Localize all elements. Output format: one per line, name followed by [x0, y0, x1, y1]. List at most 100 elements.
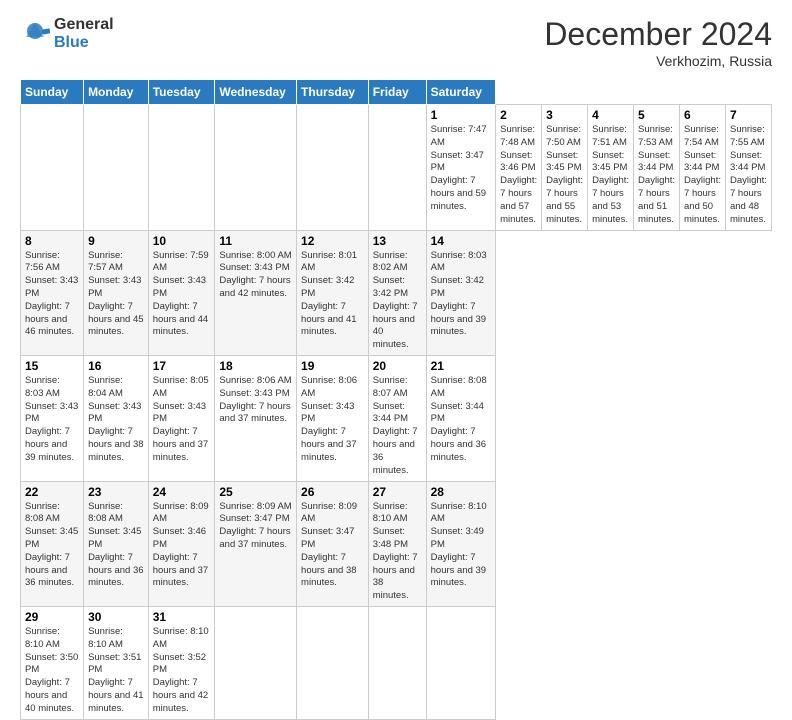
calendar-cell: 16Sunrise: 8:04 AMSunset: 3:43 PMDayligh…	[84, 356, 149, 482]
day-info: Sunrise: 8:05 AMSunset: 3:43 PMDaylight:…	[153, 375, 211, 465]
day-number: 31	[153, 610, 211, 624]
day-number: 11	[219, 234, 292, 248]
day-info: Sunrise: 8:10 AMSunset: 3:48 PMDaylight:…	[373, 501, 422, 604]
day-number: 1	[431, 108, 492, 122]
calendar-week-row: 1 Sunrise: 7:47 AMSunset: 3:47 PMDaylight…	[21, 105, 772, 231]
day-number: 22	[25, 485, 79, 499]
day-info: Sunrise: 8:07 AMSunset: 3:44 PMDaylight:…	[373, 375, 422, 478]
calendar-cell: 31 Sunrise: 8:10 AMSunset: 3:52 PMDayligh…	[148, 607, 215, 720]
day-number: 3	[546, 108, 583, 122]
day-number: 30	[88, 610, 144, 624]
calendar-cell: 7Sunrise: 7:55 AMSunset: 3:44 PMDaylight…	[725, 105, 771, 231]
day-info: Sunrise: 7:48 AMSunset: 3:46 PMDaylight:…	[500, 124, 537, 227]
day-number: 27	[373, 485, 422, 499]
calendar-cell: 20 Sunrise: 8:07 AMSunset: 3:44 PMDayligh…	[368, 356, 426, 482]
calendar-week-row: 22 Sunrise: 8:08 AMSunset: 3:45 PMDayligh…	[21, 481, 772, 607]
calendar-cell: 17 Sunrise: 8:05 AMSunset: 3:43 PMDayligh…	[148, 356, 215, 482]
calendar-cell	[215, 105, 297, 231]
day-info: Sunrise: 8:03 AMSunset: 3:43 PMDaylight:…	[25, 375, 79, 465]
calendar-cell: 15 Sunrise: 8:03 AMSunset: 3:43 PMDayligh…	[21, 356, 84, 482]
calendar-week-row: 8Sunrise: 7:56 AMSunset: 3:43 PMDaylight…	[21, 230, 772, 356]
day-info: Sunrise: 7:54 AMSunset: 3:44 PMDaylight:…	[684, 124, 721, 227]
calendar-cell: 5Sunrise: 7:53 AMSunset: 3:44 PMDaylight…	[634, 105, 680, 231]
day-info: Sunrise: 7:57 AMSunset: 3:43 PMDaylight:…	[88, 250, 144, 340]
day-number: 10	[153, 234, 211, 248]
day-number: 24	[153, 485, 211, 499]
day-info: Sunrise: 8:09 AMSunset: 3:47 PMDaylight:…	[219, 501, 292, 552]
calendar-table: SundayMondayTuesdayWednesdayThursdayFrid…	[20, 79, 772, 720]
day-of-week-header: Friday	[368, 80, 426, 105]
calendar-page: General Blue December 2024 Verkhozim, Ru…	[0, 0, 792, 612]
day-number: 28	[431, 485, 492, 499]
day-info: Sunrise: 8:08 AMSunset: 3:45 PMDaylight:…	[88, 501, 144, 591]
logo-text: General Blue	[54, 16, 114, 51]
calendar-cell: 10Sunrise: 7:59 AMSunset: 3:43 PMDayligh…	[148, 230, 215, 356]
calendar-cell: 8Sunrise: 7:56 AMSunset: 3:43 PMDaylight…	[21, 230, 84, 356]
day-number: 26	[301, 485, 364, 499]
calendar-cell: 29Sunrise: 8:10 AMSunset: 3:50 PMDayligh…	[21, 607, 84, 720]
day-number: 5	[638, 108, 675, 122]
calendar-cell: 24 Sunrise: 8:09 AMSunset: 3:46 PMDayligh…	[148, 481, 215, 607]
day-number: 18	[219, 359, 292, 373]
calendar-cell: 25 Sunrise: 8:09 AMSunset: 3:47 PMDayligh…	[215, 481, 297, 607]
calendar-cell: 12 Sunrise: 8:01 AMSunset: 3:42 PMDayligh…	[297, 230, 369, 356]
day-number: 9	[88, 234, 144, 248]
calendar-cell: 11 Sunrise: 8:00 AMSunset: 3:43 PMDayligh…	[215, 230, 297, 356]
day-info: Sunrise: 8:03 AMSunset: 3:42 PMDaylight:…	[431, 250, 492, 340]
day-of-week-header: Thursday	[297, 80, 369, 105]
calendar-cell: 2Sunrise: 7:48 AMSunset: 3:46 PMDaylight…	[496, 105, 542, 231]
calendar-cell: 27 Sunrise: 8:10 AMSunset: 3:48 PMDayligh…	[368, 481, 426, 607]
day-info: Sunrise: 8:00 AMSunset: 3:43 PMDaylight:…	[219, 250, 292, 301]
month-title: December 2024	[544, 16, 772, 53]
calendar-cell	[215, 607, 297, 720]
day-info: Sunrise: 7:50 AMSunset: 3:45 PMDaylight:…	[546, 124, 583, 227]
calendar-cell: 18Sunrise: 8:06 AMSunset: 3:43 PMDayligh…	[215, 356, 297, 482]
day-info: Sunrise: 7:51 AMSunset: 3:45 PMDaylight:…	[592, 124, 629, 227]
day-info: Sunrise: 8:09 AMSunset: 3:47 PMDaylight:…	[301, 501, 364, 591]
calendar-header-row: SundayMondayTuesdayWednesdayThursdayFrid…	[21, 80, 772, 105]
day-info: Sunrise: 7:47 AMSunset: 3:47 PMDaylight:…	[431, 124, 492, 214]
title-block: December 2024 Verkhozim, Russia	[544, 16, 772, 69]
day-number: 19	[301, 359, 364, 373]
calendar-week-row: 29Sunrise: 8:10 AMSunset: 3:50 PMDayligh…	[21, 607, 772, 720]
location: Verkhozim, Russia	[544, 53, 772, 69]
day-number: 20	[373, 359, 422, 373]
calendar-cell: 23Sunrise: 8:08 AMSunset: 3:45 PMDayligh…	[84, 481, 149, 607]
calendar-cell: 3 Sunrise: 7:50 AMSunset: 3:45 PMDaylight…	[542, 105, 588, 231]
calendar-week-row: 15 Sunrise: 8:03 AMSunset: 3:43 PMDayligh…	[21, 356, 772, 482]
calendar-cell: 6Sunrise: 7:54 AMSunset: 3:44 PMDaylight…	[680, 105, 726, 231]
header: General Blue December 2024 Verkhozim, Ru…	[20, 16, 772, 69]
calendar-cell: 1 Sunrise: 7:47 AMSunset: 3:47 PMDaylight…	[426, 105, 496, 231]
calendar-cell	[297, 607, 369, 720]
day-info: Sunrise: 8:02 AMSunset: 3:42 PMDaylight:…	[373, 250, 422, 353]
calendar-cell: 28Sunrise: 8:10 AMSunset: 3:49 PMDayligh…	[426, 481, 496, 607]
day-of-week-header: Sunday	[21, 80, 84, 105]
day-info: Sunrise: 8:10 AMSunset: 3:50 PMDaylight:…	[25, 626, 79, 716]
calendar-cell: 13 Sunrise: 8:02 AMSunset: 3:42 PMDayligh…	[368, 230, 426, 356]
calendar-cell	[84, 105, 149, 231]
day-info: Sunrise: 8:10 AMSunset: 3:51 PMDaylight:…	[88, 626, 144, 716]
day-number: 25	[219, 485, 292, 499]
calendar-cell	[368, 607, 426, 720]
calendar-cell: 14 Sunrise: 8:03 AMSunset: 3:42 PMDayligh…	[426, 230, 496, 356]
calendar-cell: 22Sunrise: 8:08 AMSunset: 3:45 PMDayligh…	[21, 481, 84, 607]
calendar-cell: 21Sunrise: 8:08 AMSunset: 3:44 PMDayligh…	[426, 356, 496, 482]
day-info: Sunrise: 8:04 AMSunset: 3:43 PMDaylight:…	[88, 375, 144, 465]
calendar-cell	[297, 105, 369, 231]
day-number: 14	[431, 234, 492, 248]
day-of-week-header: Saturday	[426, 80, 496, 105]
day-info: Sunrise: 8:01 AMSunset: 3:42 PMDaylight:…	[301, 250, 364, 340]
day-number: 17	[153, 359, 211, 373]
day-info: Sunrise: 7:55 AMSunset: 3:44 PMDaylight:…	[730, 124, 767, 227]
day-number: 13	[373, 234, 422, 248]
calendar-cell: 30 Sunrise: 8:10 AMSunset: 3:51 PMDayligh…	[84, 607, 149, 720]
day-number: 12	[301, 234, 364, 248]
day-info: Sunrise: 8:10 AMSunset: 3:52 PMDaylight:…	[153, 626, 211, 716]
day-number: 15	[25, 359, 79, 373]
calendar-cell	[426, 607, 496, 720]
calendar-cell	[368, 105, 426, 231]
calendar-cell: 4Sunrise: 7:51 AMSunset: 3:45 PMDaylight…	[588, 105, 634, 231]
day-info: Sunrise: 8:09 AMSunset: 3:46 PMDaylight:…	[153, 501, 211, 591]
logo-blue: Blue	[54, 34, 114, 52]
day-info: Sunrise: 7:56 AMSunset: 3:43 PMDaylight:…	[25, 250, 79, 340]
